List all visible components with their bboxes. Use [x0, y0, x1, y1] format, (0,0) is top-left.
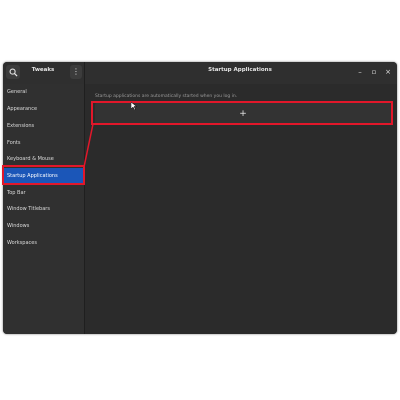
- sidebar-item-fonts[interactable]: Fonts: [3, 135, 84, 151]
- search-icon: [9, 68, 18, 77]
- sidebar-item-extensions[interactable]: Extensions: [3, 118, 84, 134]
- sidebar-header: Tweaks ⋮: [3, 62, 85, 84]
- window-title: Startup Applications: [208, 67, 272, 73]
- mouse-cursor-icon: [131, 102, 137, 110]
- menu-button[interactable]: ⋮: [70, 65, 82, 79]
- minimize-button[interactable]: –: [355, 66, 365, 78]
- sidebar: General Appearance Extensions Fonts Keyb…: [3, 84, 85, 334]
- sidebar-item-appearance[interactable]: Appearance: [3, 101, 84, 117]
- app-title: Tweaks: [31, 67, 55, 73]
- sidebar-item-windows[interactable]: Windows: [3, 218, 84, 234]
- sidebar-item-general[interactable]: General: [3, 84, 84, 100]
- sidebar-item-top-bar[interactable]: Top Bar: [3, 185, 84, 201]
- close-button[interactable]: ×: [383, 66, 393, 78]
- header-bar: Tweaks ⋮ Startup Applications – ▫ ×: [3, 62, 397, 85]
- startup-hint-text: Startup applications are automatically s…: [95, 94, 238, 99]
- sidebar-item-workspaces[interactable]: Workspaces: [3, 235, 84, 251]
- maximize-button[interactable]: ▫: [369, 66, 379, 78]
- search-button[interactable]: [6, 65, 20, 79]
- sidebar-highlight-box: [2, 165, 85, 185]
- sidebar-item-window-titlebars[interactable]: Window Titlebars: [3, 201, 84, 217]
